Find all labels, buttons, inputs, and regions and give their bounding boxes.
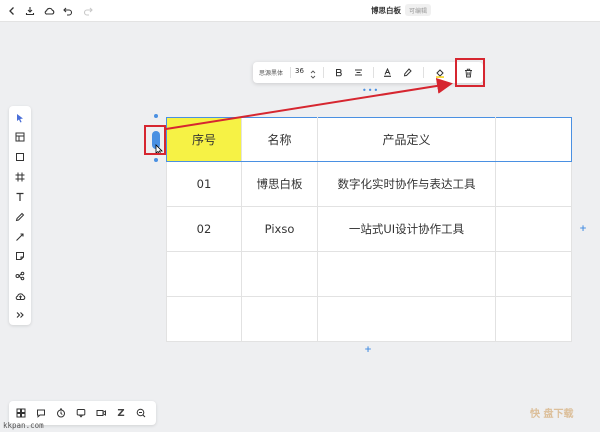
chat-icon[interactable] <box>73 405 89 421</box>
table-cell[interactable]: 02 <box>166 206 242 252</box>
bold-icon[interactable] <box>331 65 346 80</box>
more-tools-icon[interactable] <box>12 307 28 323</box>
text-color-icon[interactable] <box>380 65 395 80</box>
toolbar-divider <box>290 67 291 78</box>
data-table: 序号 名称 产品定义 01 博思白板 数字化实时协作与表达工具 02 Pixso… <box>166 117 572 342</box>
table-cell[interactable] <box>317 296 496 342</box>
download-icon[interactable] <box>22 3 38 19</box>
font-size-stepper-icon[interactable] <box>310 66 316 79</box>
template-icon[interactable] <box>12 129 28 145</box>
table-cell[interactable]: 博思白板 <box>241 161 318 207</box>
table-row <box>166 251 572 297</box>
layout-icon[interactable] <box>13 405 29 421</box>
table-cell[interactable] <box>495 206 572 252</box>
add-row-icon[interactable]: + <box>363 345 373 355</box>
table-header-cell[interactable] <box>495 117 572 162</box>
frame-icon[interactable] <box>12 169 28 185</box>
watermark-url: kkpan.com <box>3 421 44 430</box>
row-handle-dot <box>154 114 158 118</box>
video-icon[interactable] <box>93 405 109 421</box>
table-cell[interactable] <box>166 251 242 297</box>
table-header-cell[interactable]: 产品定义 <box>317 117 496 162</box>
z-tool-button[interactable]: Z <box>113 405 129 421</box>
table-cell[interactable] <box>166 296 242 342</box>
toolbar-divider <box>373 67 374 78</box>
table-cell[interactable] <box>495 296 572 342</box>
table-cell[interactable] <box>495 161 572 207</box>
back-icon[interactable] <box>4 3 20 19</box>
pen-icon[interactable] <box>12 209 28 225</box>
top-bar: 博思白板 可编辑 <box>0 0 600 22</box>
watermark-brand: 快 盘下载 <box>530 409 574 420</box>
table-cell[interactable] <box>241 251 318 297</box>
undo-icon[interactable] <box>60 3 76 19</box>
comment-icon[interactable] <box>33 405 49 421</box>
table-widget[interactable]: 序号 名称 产品定义 01 博思白板 数字化实时协作与表达工具 02 Pixso… <box>166 117 572 342</box>
table-cell[interactable] <box>241 296 318 342</box>
font-family-select[interactable]: 思源黑体 <box>259 68 283 77</box>
add-column-icon[interactable]: + <box>578 224 588 234</box>
connector-icon[interactable] <box>12 229 28 245</box>
cloud-icon[interactable] <box>41 3 57 19</box>
left-toolbar <box>9 106 31 325</box>
toolbar-divider <box>323 67 324 78</box>
table-cell[interactable] <box>495 251 572 297</box>
format-toolbar: 思源黑体 36 <box>253 62 483 83</box>
mindmap-icon[interactable] <box>12 268 28 284</box>
drag-handle-dots[interactable]: ••• <box>362 87 379 95</box>
table-row: 02 Pixso 一站式UI设计协作工具 <box>166 206 572 252</box>
table-row <box>166 296 572 342</box>
redo-icon[interactable] <box>80 3 96 19</box>
document-title: 博思白板 <box>371 6 401 15</box>
delete-button-highlight <box>455 58 485 87</box>
text-icon[interactable] <box>12 189 28 205</box>
table-cell[interactable] <box>317 251 496 297</box>
table-cell[interactable]: 01 <box>166 161 242 207</box>
shape-icon[interactable] <box>12 149 28 165</box>
table-cell[interactable]: 一站式UI设计协作工具 <box>317 206 496 252</box>
fill-color-icon[interactable] <box>432 65 447 80</box>
highlight-pen-icon[interactable] <box>400 65 415 80</box>
row-handle-highlight <box>144 125 166 155</box>
table-row: 01 博思白板 数字化实时协作与表达工具 <box>166 161 572 207</box>
zoom-icon[interactable] <box>133 405 149 421</box>
table-header-cell[interactable]: 序号 <box>166 117 242 162</box>
font-size-input[interactable]: 36 <box>295 67 304 75</box>
select-pointer-icon[interactable] <box>12 110 28 126</box>
table-header-cell[interactable]: 名称 <box>241 117 318 162</box>
table-cell[interactable]: 数字化实时协作与表达工具 <box>317 161 496 207</box>
edit-status-badge: 可编辑 <box>405 4 432 16</box>
table-header-row: 序号 名称 产品定义 <box>166 117 572 162</box>
timer-icon[interactable] <box>53 405 69 421</box>
align-icon[interactable] <box>351 65 366 80</box>
table-cell[interactable]: Pixso <box>241 206 318 252</box>
upload-icon[interactable] <box>12 288 28 304</box>
sticky-note-icon[interactable] <box>12 248 28 264</box>
toolbar-divider <box>423 67 424 78</box>
